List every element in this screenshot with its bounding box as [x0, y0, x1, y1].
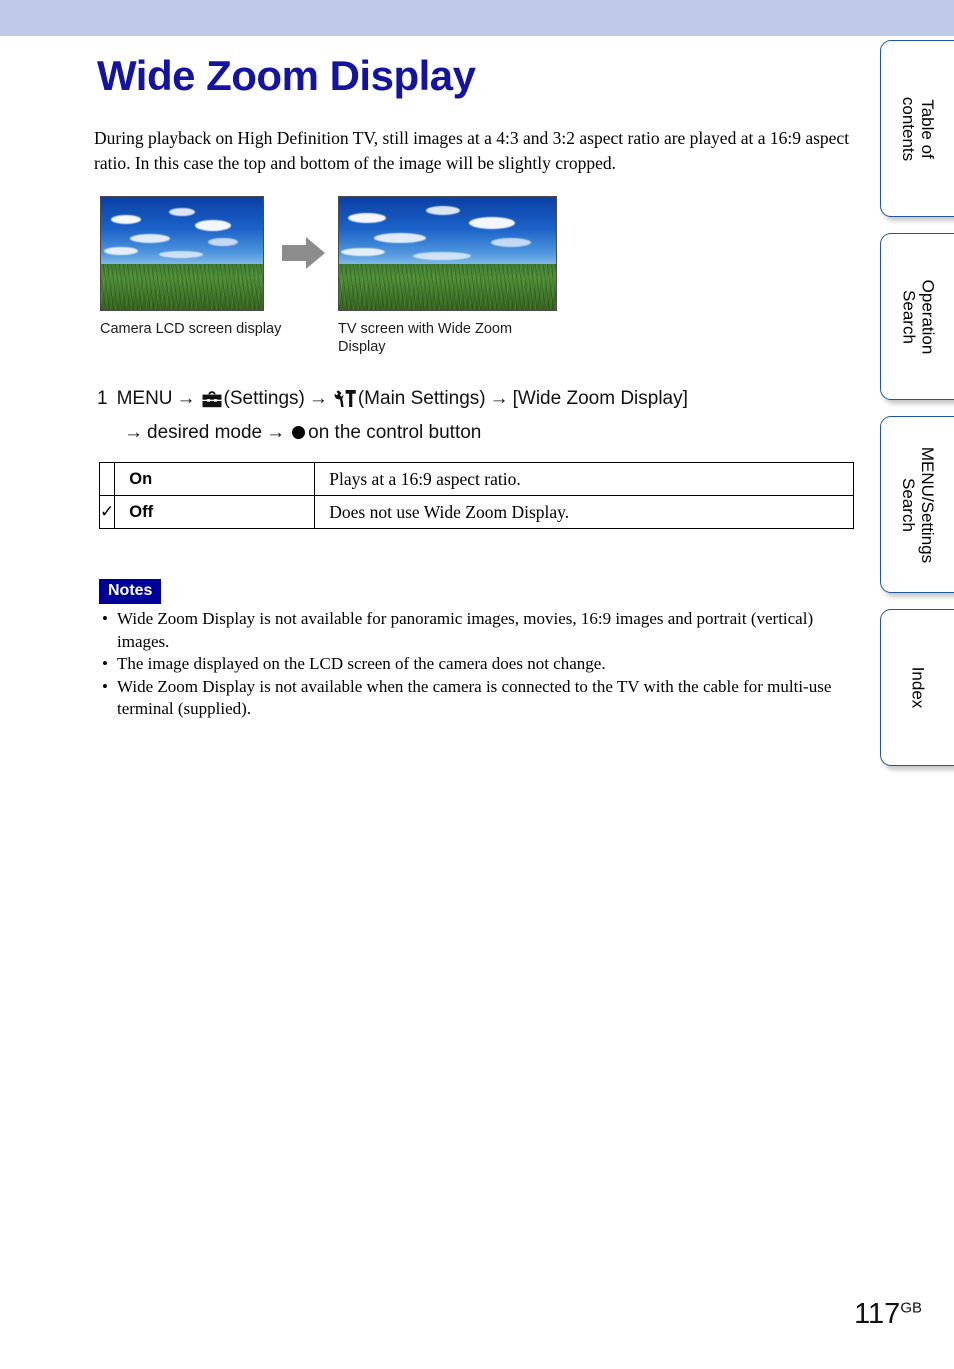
arrow-glyph: →	[308, 388, 328, 409]
option-description-cell: Does not use Wide Zoom Display.	[314, 495, 854, 529]
sidebar-item-label: Table of contents	[898, 96, 937, 161]
figure-caption: TV screen with Wide Zoom Display	[338, 321, 513, 355]
page-title: Wide Zoom Display	[97, 52, 476, 99]
bullet-glyph: •	[102, 654, 108, 673]
menu-item-label: [Wide Zoom Display]	[512, 388, 688, 409]
table-row: ✓ Off Does not use Wide Zoom Display.	[98, 495, 854, 529]
option-name-cell[interactable]: On	[114, 462, 316, 496]
notes-list: • Wide Zoom Display is not available for…	[99, 608, 859, 721]
list-item: • The image displayed on the LCD screen …	[99, 653, 859, 676]
menu-instruction-line2: → desired mode → on the control button	[97, 418, 857, 448]
photo-crop-texture	[339, 263, 556, 310]
step-number: 1	[97, 388, 108, 409]
list-item: • Wide Zoom Display is not available whe…	[99, 676, 859, 721]
page-number: 117GB	[854, 1298, 922, 1331]
bullet-glyph: •	[102, 609, 108, 628]
menu-label: MENU	[116, 388, 173, 409]
default-mark-cell: ✓	[98, 495, 116, 529]
figure-tv-wide-zoom: TV screen with Wide Zoom Display	[338, 196, 557, 356]
sidebar-item-table-of-contents[interactable]: Table of contents	[880, 40, 954, 217]
note-text: Wide Zoom Display is not available when …	[117, 676, 832, 719]
option-description-cell: Plays at a 16:9 aspect ratio.	[314, 462, 854, 496]
cloud-shape	[194, 219, 231, 231]
arrow-glyph: →	[266, 422, 286, 443]
main-settings-label: (Main Settings)	[357, 388, 486, 409]
menu-instruction: 1 MENU → (Settings) → (Main Settings) → [Wide…	[97, 384, 857, 448]
header-band	[0, 0, 954, 36]
cloud-shape	[490, 237, 531, 247]
settings-table: On Plays at a 16:9 aspect ratio. ✓ Off D…	[98, 462, 854, 529]
sidebar-item-menu-settings-search[interactable]: MENU/Settings Search	[880, 416, 954, 593]
arrow-glyph: →	[176, 388, 196, 409]
sidebar-item-operation-search[interactable]: Operation Search	[880, 233, 954, 400]
page-number-suffix: GB	[900, 1299, 922, 1317]
cloud-shape	[110, 215, 141, 225]
sidebar-item-label: Index	[908, 666, 928, 709]
cloud-shape	[104, 246, 139, 255]
photo-cornfield-4x3-image	[100, 196, 264, 311]
toolbox-icon	[202, 388, 222, 418]
sidebar-item-label: MENU/Settings Search	[899, 446, 938, 563]
wrench-hammer-icon	[334, 388, 356, 418]
list-item: • Wide Zoom Display is not available for…	[99, 608, 859, 653]
arrow-glyph: →	[124, 422, 143, 443]
cloud-shape	[425, 206, 460, 216]
figure-caption: Camera LCD screen display	[100, 321, 282, 337]
control-button-label: on the control button	[308, 422, 482, 443]
cloud-shape	[341, 247, 386, 256]
default-mark-cell	[98, 462, 116, 496]
sidebar-item-label: Operation Search	[899, 279, 938, 354]
cloud-shape	[347, 212, 386, 223]
option-name-cell[interactable]: Off	[114, 495, 316, 529]
center-dot-icon	[292, 426, 306, 439]
note-text: Wide Zoom Display is not available for p…	[117, 609, 814, 651]
right-arrow-icon	[282, 236, 326, 270]
sidebar-item-index[interactable]: Index	[880, 609, 954, 766]
intro-paragraph: During playback on High Definition TV, s…	[94, 128, 850, 173]
notes-heading: Notes	[99, 579, 162, 604]
sidebar-tabs: Table of contents Operation Search MENU/Se…	[880, 40, 954, 782]
desired-mode-label: desired mode	[147, 422, 263, 443]
arrow-glyph: →	[489, 388, 509, 409]
photo-crop-texture	[101, 263, 263, 310]
photo-cornfield-16x9-image	[338, 196, 557, 311]
cloud-shape	[207, 237, 238, 246]
settings-label: (Settings)	[223, 388, 305, 409]
table-row: On Plays at a 16:9 aspect ratio.	[98, 462, 854, 496]
bullet-glyph: •	[102, 676, 108, 696]
page-number-value: 117	[854, 1298, 901, 1330]
note-text: The image displayed on the LCD screen of…	[117, 654, 606, 673]
